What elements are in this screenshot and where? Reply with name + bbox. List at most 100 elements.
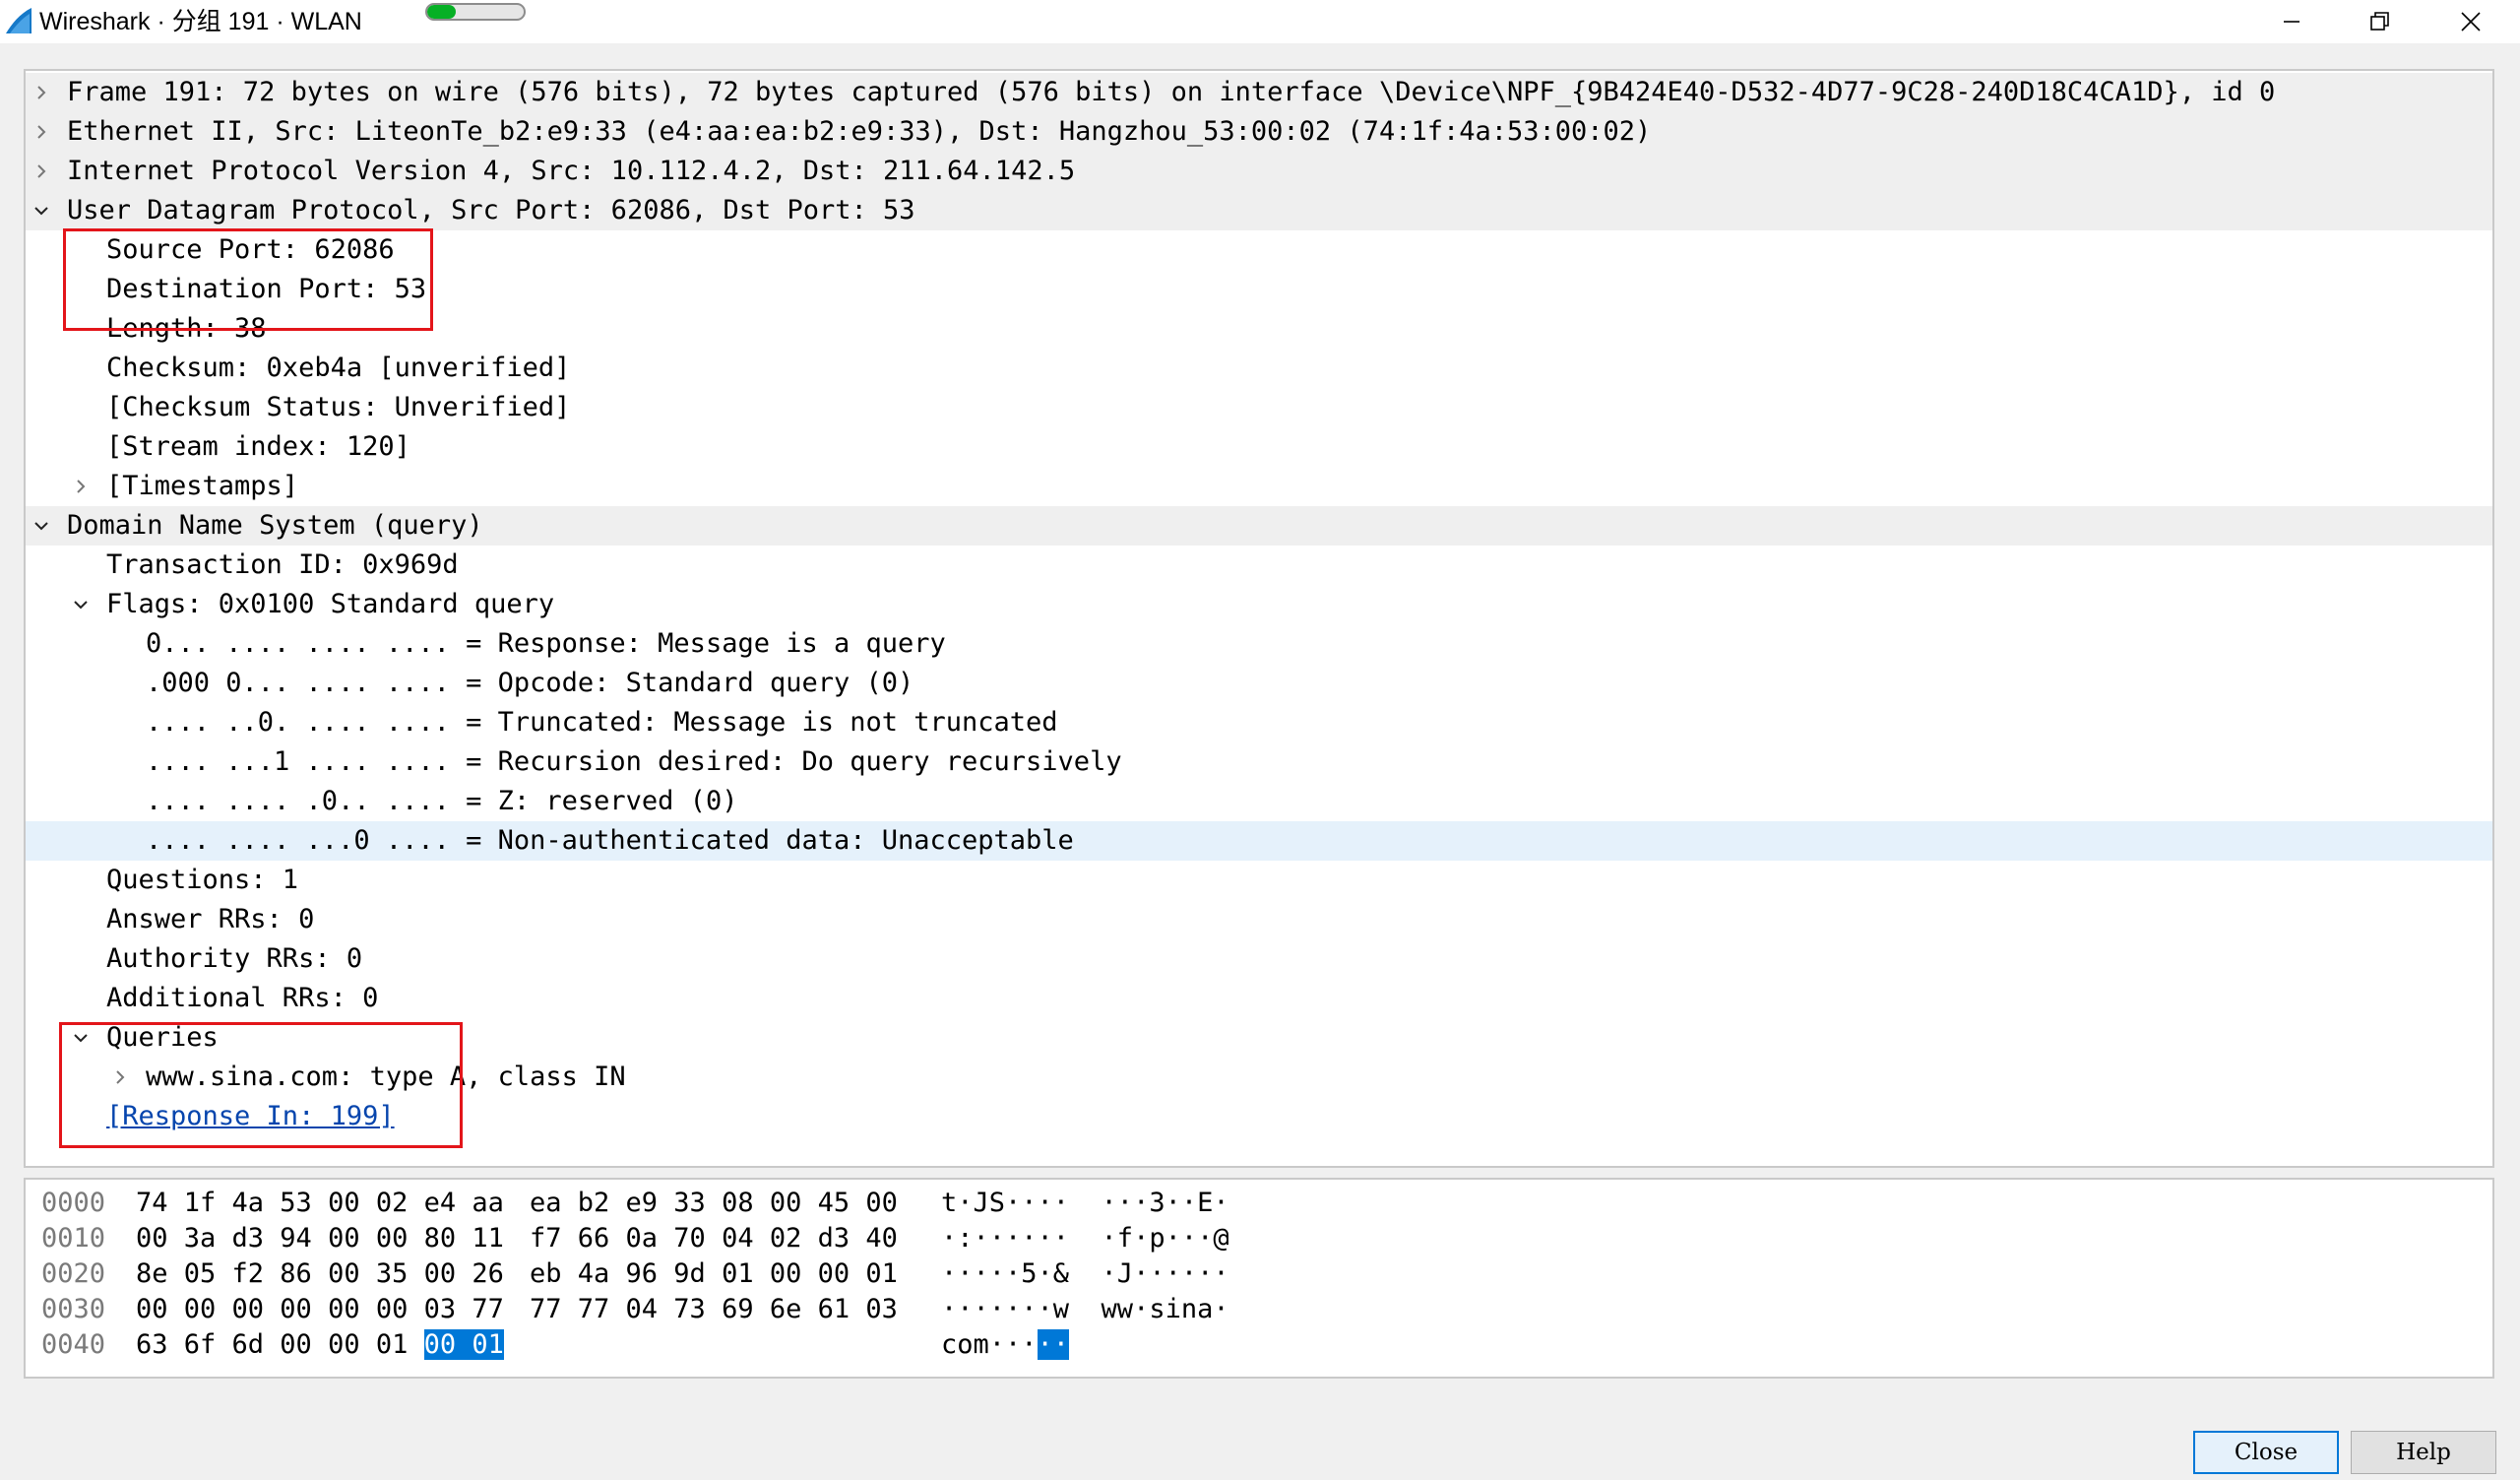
tree-row-label: .... .... .0.. .... = Z: reserved (0) xyxy=(146,786,738,816)
hex-ascii[interactable]: ·······w ww·sina· xyxy=(941,1292,1229,1327)
chevron-right-icon[interactable] xyxy=(30,152,53,191)
window-title: Wireshark · 分组 191 · WLAN xyxy=(39,8,362,35)
hex-bytes: 74 1f 4a 53 00 02 e4 aa xyxy=(136,1188,504,1218)
tree-row-label: Queries xyxy=(106,1022,219,1053)
ascii-text: t·JS···· ···3··E· xyxy=(941,1188,1229,1218)
hex-bytes-second-half[interactable]: 77 77 04 73 69 6e 61 03 xyxy=(530,1292,898,1327)
tree-row-label: www.sina.com: type A, class IN xyxy=(146,1062,626,1092)
hex-row: 0010 00 3a d3 94 00 00 80 11 f7 66 0a 70 0… xyxy=(26,1221,2487,1256)
tree-row[interactable]: www.sina.com: type A, class IN xyxy=(26,1058,2492,1097)
chevron-down-icon[interactable] xyxy=(69,585,93,624)
hex-bytes: 00 3a d3 94 00 00 80 11 xyxy=(136,1223,504,1254)
tree-row-label: [Stream index: 120] xyxy=(106,431,410,462)
tree-row[interactable]: Source Port: 62086 xyxy=(26,230,2492,270)
minimize-icon xyxy=(2284,21,2300,23)
hex-ascii[interactable]: ·····5·& ·J······ xyxy=(941,1256,1229,1292)
close-icon xyxy=(2461,12,2481,32)
tree-row-label: Frame 191: 72 bytes on wire (576 bits), … xyxy=(67,77,2276,107)
hex-bytes-first-half[interactable]: 8e 05 f2 86 00 35 00 26 xyxy=(136,1256,504,1292)
hex-bytes: 00 00 00 00 00 00 03 77 xyxy=(136,1294,504,1324)
tree-row[interactable]: Authority RRs: 0 xyxy=(26,939,2492,979)
chevron-right-icon[interactable] xyxy=(69,467,93,506)
tree-row[interactable]: Flags: 0x0100 Standard query xyxy=(26,585,2492,624)
hex-bytes-first-half[interactable]: 63 6f 6d 00 00 01 00 01 xyxy=(136,1327,504,1363)
hex-bytes-first-half[interactable]: 74 1f 4a 53 00 02 e4 aa xyxy=(136,1186,504,1221)
tree-row[interactable]: Frame 191: 72 bytes on wire (576 bits), … xyxy=(26,73,2492,112)
tree-row-label: Authority RRs: 0 xyxy=(106,943,363,974)
help-button[interactable]: Help xyxy=(2351,1431,2496,1474)
hex-row: 0040 63 6f 6d 00 00 01 00 01 com····· xyxy=(26,1327,2487,1363)
hex-row: 0020 8e 05 f2 86 00 35 00 26 eb 4a 96 9d 0… xyxy=(26,1256,2487,1292)
hex-offset: 0000 xyxy=(41,1188,106,1218)
tree-row[interactable]: Internet Protocol Version 4, Src: 10.112… xyxy=(26,152,2492,191)
tree-row-label: Domain Name System (query) xyxy=(67,510,483,541)
ascii-text: ·······w ww·sina· xyxy=(941,1294,1229,1324)
tree-row[interactable]: .... ..0. .... .... = Truncated: Message… xyxy=(26,703,2492,742)
chevron-right-icon[interactable] xyxy=(30,112,53,152)
hex-offset: 0040 xyxy=(41,1329,106,1360)
chevron-down-icon[interactable] xyxy=(30,506,53,546)
tree-row[interactable]: [Response In: 199] xyxy=(26,1097,2492,1136)
tree-row[interactable]: Destination Port: 53 xyxy=(26,270,2492,309)
tree-row[interactable]: Answer RRs: 0 xyxy=(26,900,2492,939)
tree-row-label: Additional RRs: 0 xyxy=(106,983,379,1013)
hex-bytes-first-half[interactable]: 00 00 00 00 00 00 03 77 xyxy=(136,1292,504,1327)
hex-ascii[interactable]: t·JS···· ···3··E· xyxy=(941,1186,1229,1221)
chevron-down-icon[interactable] xyxy=(30,191,53,230)
tree-row[interactable]: Domain Name System (query) xyxy=(26,506,2492,546)
chevron-right-icon[interactable] xyxy=(30,73,53,112)
ascii-text: com··· xyxy=(941,1329,1038,1360)
response-in-link[interactable]: [Response In: 199] xyxy=(106,1097,395,1136)
hex-ascii[interactable]: ·:······ ·f·p···@ xyxy=(941,1221,1229,1256)
tree-row-label: 0... .... .... .... = Response: Message … xyxy=(146,628,946,659)
packet-bytes-pane[interactable]: 0000 74 1f 4a 53 00 02 e4 aa ea b2 e9 33 0… xyxy=(24,1178,2494,1379)
tree-row[interactable]: .... ...1 .... .... = Recursion desired:… xyxy=(26,742,2492,782)
hex-bytes-second-half[interactable]: f7 66 0a 70 04 02 d3 40 xyxy=(530,1221,898,1256)
tree-row[interactable]: Length: 38 xyxy=(26,309,2492,349)
minimize-button[interactable] xyxy=(2246,0,2337,43)
tree-row[interactable]: Questions: 1 xyxy=(26,861,2492,900)
close-button[interactable]: Close xyxy=(2193,1431,2339,1474)
progress-fill xyxy=(427,5,457,19)
tree-row[interactable]: [Stream index: 120] xyxy=(26,427,2492,467)
tree-row-label: Transaction ID: 0x969d xyxy=(106,549,459,580)
hex-bytes-second-half[interactable]: eb 4a 96 9d 01 00 00 01 xyxy=(530,1256,898,1292)
wireshark-fin-icon xyxy=(6,8,32,33)
hex-row: 0030 00 00 00 00 00 00 03 77 77 77 04 73 6… xyxy=(26,1292,2487,1327)
tree-row-label: Ethernet II, Src: LiteonTe_b2:e9:33 (e4:… xyxy=(67,116,1652,147)
tree-row[interactable]: User Datagram Protocol, Src Port: 62086,… xyxy=(26,191,2492,230)
hex-bytes: 63 6f 6d 00 00 01 xyxy=(136,1329,409,1360)
tree-row-label: Length: 38 xyxy=(106,313,267,344)
chevron-right-icon[interactable] xyxy=(108,1058,132,1097)
tree-row-label: User Datagram Protocol, Src Port: 62086,… xyxy=(67,195,915,225)
hex-offset: 0020 xyxy=(41,1258,106,1289)
hex-bytes-second-half[interactable]: ea b2 e9 33 08 00 45 00 xyxy=(530,1186,898,1221)
tree-row[interactable]: Transaction ID: 0x969d xyxy=(26,546,2492,585)
selected-bytes[interactable]: 00 01 xyxy=(423,1329,504,1360)
tree-row[interactable]: .... .... .0.. .... = Z: reserved (0) xyxy=(26,782,2492,821)
packet-details-tree[interactable]: [Response In: 199] www.sina.com: type A, … xyxy=(24,69,2494,1168)
hex-bytes-first-half[interactable]: 00 3a d3 94 00 00 80 11 xyxy=(136,1221,504,1256)
tree-row-label: Answer RRs: 0 xyxy=(106,904,315,934)
title-bar: Wireshark · 分组 191 · WLAN xyxy=(0,0,2520,43)
selected-ascii[interactable]: ·· xyxy=(1037,1329,1070,1360)
tree-row-label: Questions: 1 xyxy=(106,865,299,895)
tree-row-label: Checksum: 0xeb4a [unverified] xyxy=(106,353,571,383)
tree-row[interactable]: [Checksum Status: Unverified] xyxy=(26,388,2492,427)
tree-row[interactable]: Ethernet II, Src: LiteonTe_b2:e9:33 (e4:… xyxy=(26,112,2492,152)
tree-row[interactable]: 0... .... .... .... = Response: Message … xyxy=(26,624,2492,664)
tree-row[interactable]: .... .... ...0 .... = Non-authenticated … xyxy=(26,821,2492,861)
tree-row-label: .... ..0. .... .... = Truncated: Message… xyxy=(146,707,1058,738)
window-close-button[interactable] xyxy=(2426,0,2516,43)
chevron-down-icon[interactable] xyxy=(69,1018,93,1058)
restore-button[interactable] xyxy=(2335,0,2426,43)
tree-row-label: Internet Protocol Version 4, Src: 10.112… xyxy=(67,156,1076,186)
ascii-text: ·:······ ·f·p···@ xyxy=(941,1223,1229,1254)
tree-row[interactable]: .000 0... .... .... = Opcode: Standard q… xyxy=(26,664,2492,703)
tree-row[interactable]: Queries xyxy=(26,1018,2492,1058)
tree-row[interactable]: [Timestamps] xyxy=(26,467,2492,506)
hex-ascii[interactable]: com····· xyxy=(941,1327,1070,1363)
tree-row-label: Flags: 0x0100 Standard query xyxy=(106,589,555,619)
tree-row[interactable]: Additional RRs: 0 xyxy=(26,979,2492,1018)
tree-row[interactable]: Checksum: 0xeb4a [unverified] xyxy=(26,349,2492,388)
